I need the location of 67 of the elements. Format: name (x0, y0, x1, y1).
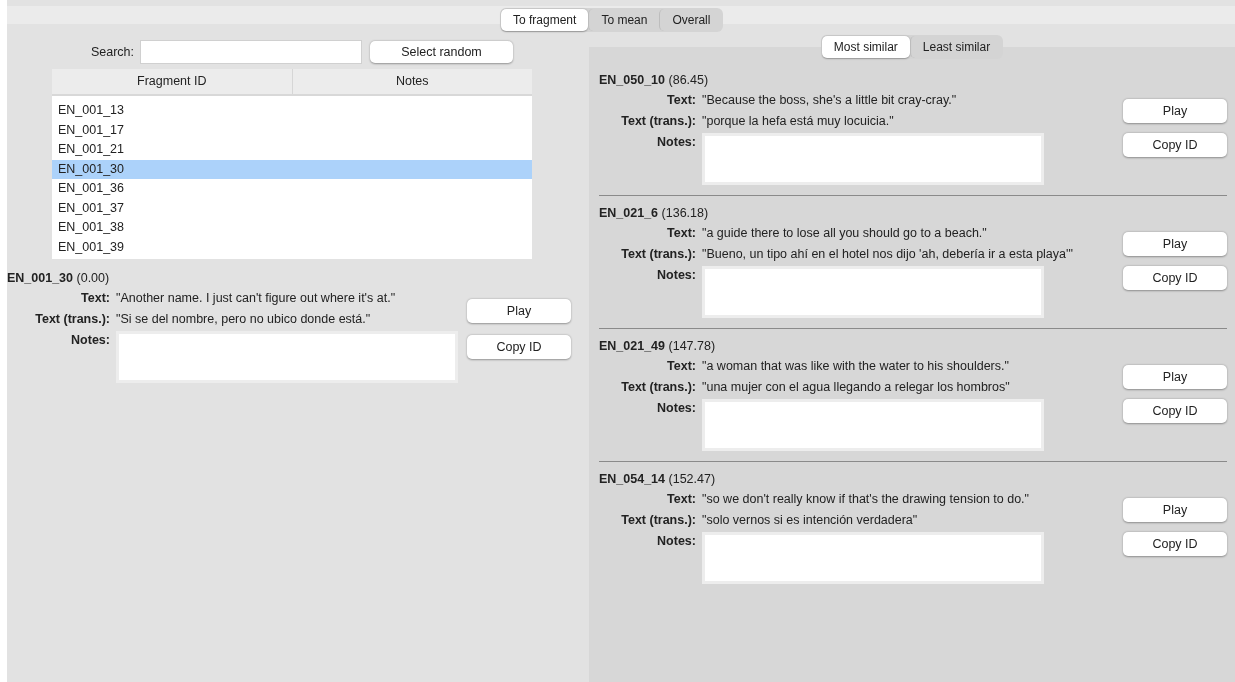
distance-score: (136.18) (661, 206, 709, 220)
search-label: Search: (89, 45, 134, 59)
action-button[interactable]: Copy ID (1123, 133, 1227, 157)
field-label: Notes: (656, 134, 696, 151)
distance-score: (0.00) (76, 271, 110, 285)
fragment-id: EN_054_14 (599, 472, 666, 486)
table-row[interactable]: EN_001_37 (52, 198, 532, 218)
notes-field[interactable] (116, 331, 458, 383)
field-label: Text: (666, 491, 696, 508)
table-row[interactable]: EN_001_13 (52, 101, 532, 121)
field-label: Text: (666, 358, 696, 375)
field-label: Text (trans.): (620, 246, 696, 263)
table-row[interactable]: EN_001_36 (52, 179, 532, 199)
column-header[interactable]: Notes (292, 69, 532, 94)
text-value: "Another name. I just can't figure out where it's at." (116, 290, 397, 307)
field-label: Text (trans.): (620, 512, 696, 529)
table-row[interactable]: EN_001_30 (52, 159, 532, 179)
notes-field[interactable] (702, 133, 1044, 185)
action-button[interactable]: Copy ID (467, 335, 571, 359)
field-label: Text: (80, 290, 110, 307)
text-value: "so we don't really know if that's the drawing tension to do." (702, 491, 1031, 508)
distance-score: (86.45) (668, 73, 709, 87)
notes-field[interactable] (702, 532, 1044, 584)
notes-field[interactable] (702, 399, 1044, 451)
field-label: Notes: (656, 267, 696, 284)
table-row[interactable]: EN_001_39 (52, 237, 532, 257)
translation-value: "Bueno, un tipo ahí en el hotel nos dijo 'ah, debería ir a esta playa'" (702, 246, 1074, 263)
table-row[interactable]: EN_001_17 (52, 120, 532, 140)
text-value: "Because the boss, she's a little bit cray-cray." (702, 92, 958, 109)
field-label: Notes: (70, 332, 110, 349)
fragment-id: EN_021_6 (599, 206, 659, 220)
field-label: Text: (666, 92, 696, 109)
distance-score: (152.47) (668, 472, 716, 486)
action-button[interactable]: Play (1123, 232, 1227, 256)
action-button[interactable]: Copy ID (1123, 399, 1227, 423)
select-random-button[interactable]: Select random (370, 41, 513, 63)
translation-value: "solo vernos si es intención verdadera" (702, 512, 919, 529)
search-field[interactable] (140, 40, 362, 64)
mode-tab[interactable]: To fragment (501, 9, 589, 31)
action-button[interactable]: Play (1123, 365, 1227, 389)
field-label: Text (trans.): (34, 311, 110, 328)
translation-value: "porque la hefa está muy locuicia." (702, 113, 895, 130)
mode-tab[interactable]: To mean (588, 9, 660, 31)
translation-value: "Si se del nombre, pero no ubico donde está." (116, 311, 372, 328)
field-label: Text: (666, 225, 696, 242)
column-header[interactable]: Fragment ID (52, 69, 293, 94)
field-label: Text (trans.): (620, 113, 696, 130)
action-button[interactable]: Copy ID (1123, 266, 1227, 290)
field-label: Text (trans.): (620, 379, 696, 396)
similarity-tab[interactable]: Most similar (821, 36, 910, 58)
action-button[interactable]: Play (467, 299, 571, 323)
text-value: "a guide there to lose all you should go to a beach." (702, 225, 988, 242)
fragment-id: EN_050_10 (599, 73, 666, 87)
action-button[interactable]: Play (1123, 99, 1227, 123)
action-button[interactable]: Play (1123, 498, 1227, 522)
fragment-id: EN_021_49 (599, 339, 666, 353)
distance-score: (147.78) (668, 339, 716, 353)
notes-field[interactable] (702, 266, 1044, 318)
translation-value: "una mujer con el agua llegando a relegar los hombros" (702, 379, 1011, 396)
text-value: "a woman that was like with the water to his shoulders." (702, 358, 1010, 375)
fragment-id: EN_001_30 (7, 271, 74, 285)
table-row[interactable]: EN_001_38 (52, 218, 532, 238)
field-label: Notes: (656, 400, 696, 417)
mode-tab[interactable]: Overall (659, 9, 723, 31)
action-button[interactable]: Copy ID (1123, 532, 1227, 556)
field-label: Notes: (656, 533, 696, 550)
table-row[interactable]: EN_001_21 (52, 140, 532, 160)
